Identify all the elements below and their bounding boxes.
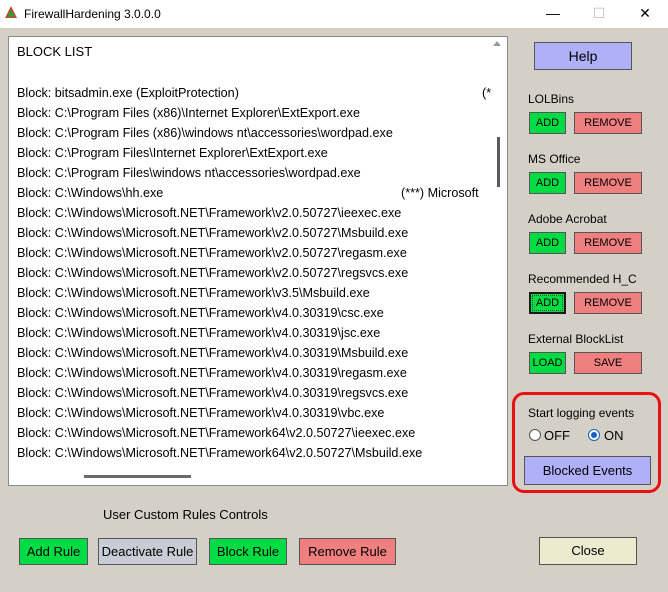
blocked-events-button[interactable]: Blocked Events	[524, 456, 651, 485]
block-list-item[interactable]: Block: C:\Windows\Microsoft.NET\Framewor…	[17, 446, 495, 466]
block-list-item[interactable]: Block: bitsadmin.exe (ExploitProtection)…	[17, 86, 495, 106]
recommended-remove-button[interactable]: REMOVE	[574, 292, 642, 314]
block-list-item[interactable]: Block: C:\Windows\Microsoft.NET\Framewor…	[17, 386, 495, 406]
lolbins-add-button[interactable]: ADD	[529, 112, 566, 134]
external-blocklist-label: External BlockList	[528, 332, 624, 346]
scroll-up-arrow-icon[interactable]	[493, 41, 501, 46]
horizontal-scrollbar-thumb[interactable]	[84, 475, 191, 478]
block-list-item-text: Block: bitsadmin.exe (ExploitProtection)	[17, 86, 239, 100]
block-list-item[interactable]: Block: C:\Windows\Microsoft.NET\Framewor…	[17, 426, 495, 446]
block-list-item-text: Block: C:\Windows\Microsoft.NET\Framewor…	[17, 226, 409, 240]
block-rule-button[interactable]: Block Rule	[209, 538, 287, 565]
lolbins-remove-button[interactable]: REMOVE	[574, 112, 642, 134]
block-list-item-text: Block: C:\Windows\Microsoft.NET\Framewor…	[17, 286, 370, 300]
block-list-item-text: Block: C:\Program Files\Internet Explore…	[17, 146, 328, 160]
block-list-item-text: Block: C:\Windows\Microsoft.NET\Framewor…	[17, 246, 407, 260]
help-button[interactable]: Help	[534, 42, 632, 70]
app-shield-icon	[5, 6, 17, 18]
block-list-item-text: Block: C:\Windows\hh.exe	[17, 186, 164, 200]
title-bar: FirewallHardening 3.0.0.0 — ☐ ✕	[0, 0, 668, 28]
block-list-item-text: Block: C:\Windows\Microsoft.NET\Framewor…	[17, 326, 381, 340]
logging-on-radio[interactable]	[588, 429, 600, 441]
adobe-acrobat-label: Adobe Acrobat	[528, 212, 607, 226]
block-list-item-text: Block: C:\Program Files (x86)\Internet E…	[17, 106, 360, 120]
block-list-item-text: Block: C:\Windows\Microsoft.NET\Framewor…	[17, 306, 384, 320]
block-list-item[interactable]: Block: C:\Windows\hh.exe (***) Microsoft	[17, 186, 495, 206]
external-save-button[interactable]: SAVE	[574, 352, 642, 374]
block-list-item[interactable]: Block: C:\Windows\Microsoft.NET\Framewor…	[17, 326, 495, 346]
logging-label: Start logging events	[528, 406, 635, 420]
block-list-lines: Block: bitsadmin.exe (ExploitProtection)…	[17, 86, 495, 466]
block-list-item[interactable]: Block: C:\Windows\Microsoft.NET\Framewor…	[17, 206, 495, 226]
adobe-add-button[interactable]: ADD	[529, 232, 566, 254]
block-list-item-text: Block: C:\Program Files\windows nt\acces…	[17, 166, 361, 180]
deactivate-rule-button[interactable]: Deactivate Rule	[98, 538, 197, 565]
vertical-scrollbar-thumb[interactable]	[497, 137, 500, 187]
logging-on-label: ON	[604, 428, 624, 443]
block-list-item[interactable]: Block: C:\Windows\Microsoft.NET\Framewor…	[17, 266, 495, 286]
block-list-item[interactable]: Block: C:\Program Files (x86)\Internet E…	[17, 106, 495, 126]
block-list-item-text: Block: C:\Windows\Microsoft.NET\Framewor…	[17, 366, 407, 380]
block-list-item-text: Block: C:\Windows\Microsoft.NET\Framewor…	[17, 206, 402, 220]
close-window-button[interactable]: ✕	[622, 0, 668, 28]
block-list-item[interactable]: Block: C:\Windows\Microsoft.NET\Framewor…	[17, 306, 495, 326]
block-list-item[interactable]: Block: C:\Program Files\windows nt\acces…	[17, 166, 495, 186]
ms-office-remove-button[interactable]: REMOVE	[574, 172, 642, 194]
block-list-item[interactable]: Block: C:\Windows\Microsoft.NET\Framewor…	[17, 246, 495, 266]
block-list-item[interactable]: Block: C:\Program Files (x86)\windows nt…	[17, 126, 495, 146]
block-list-item-text: Block: C:\Windows\Microsoft.NET\Framewor…	[17, 446, 423, 460]
logging-off-radio[interactable]	[529, 429, 541, 441]
block-list-header: BLOCK LIST	[17, 44, 93, 59]
block-list-item-extra: (***) Microsoft	[401, 186, 479, 200]
block-list-item[interactable]: Block: C:\Windows\Microsoft.NET\Framewor…	[17, 406, 495, 426]
block-list-item-text: Block: C:\Windows\Microsoft.NET\Framewor…	[17, 266, 409, 280]
logging-off-label: OFF	[544, 428, 570, 443]
ms-office-add-button[interactable]: ADD	[529, 172, 566, 194]
block-list-item-text: Block: C:\Windows\Microsoft.NET\Framewor…	[17, 386, 409, 400]
recommended-add-button[interactable]: ADD	[529, 292, 566, 314]
block-list-item-text: Block: C:\Windows\Microsoft.NET\Framewor…	[17, 426, 416, 440]
custom-rules-label: User Custom Rules Controls	[103, 507, 268, 522]
recommended-label: Recommended H_C	[528, 272, 637, 286]
lolbins-label: LOLBins	[528, 92, 575, 106]
block-list-item[interactable]: Block: C:\Program Files\Internet Explore…	[17, 146, 495, 166]
block-list-item-text: Block: C:\Windows\Microsoft.NET\Framewor…	[17, 346, 409, 360]
maximize-button[interactable]: ☐	[576, 0, 622, 28]
block-list-item-text: Block: C:\Program Files (x86)\windows nt…	[17, 126, 393, 140]
remove-rule-button[interactable]: Remove Rule	[299, 538, 396, 565]
block-list-box[interactable]: BLOCK LIST Block: bitsadmin.exe (Exploit…	[8, 36, 508, 486]
block-list-item-text: Block: C:\Windows\Microsoft.NET\Framewor…	[17, 406, 385, 420]
add-rule-button[interactable]: Add Rule	[19, 538, 88, 565]
block-list-item-extra: (*	[482, 86, 492, 100]
block-list-item[interactable]: Block: C:\Windows\Microsoft.NET\Framewor…	[17, 346, 495, 366]
adobe-remove-button[interactable]: REMOVE	[574, 232, 642, 254]
external-load-button[interactable]: LOAD	[529, 352, 566, 374]
ms-office-label: MS Office	[528, 152, 581, 166]
block-list-item[interactable]: Block: C:\Windows\Microsoft.NET\Framewor…	[17, 366, 495, 386]
block-list-item[interactable]: Block: C:\Windows\Microsoft.NET\Framewor…	[17, 226, 495, 246]
minimize-button[interactable]: —	[530, 0, 576, 28]
close-button[interactable]: Close	[539, 537, 637, 565]
window-title: FirewallHardening 3.0.0.0	[24, 7, 161, 21]
block-list-item[interactable]: Block: C:\Windows\Microsoft.NET\Framewor…	[17, 286, 495, 306]
